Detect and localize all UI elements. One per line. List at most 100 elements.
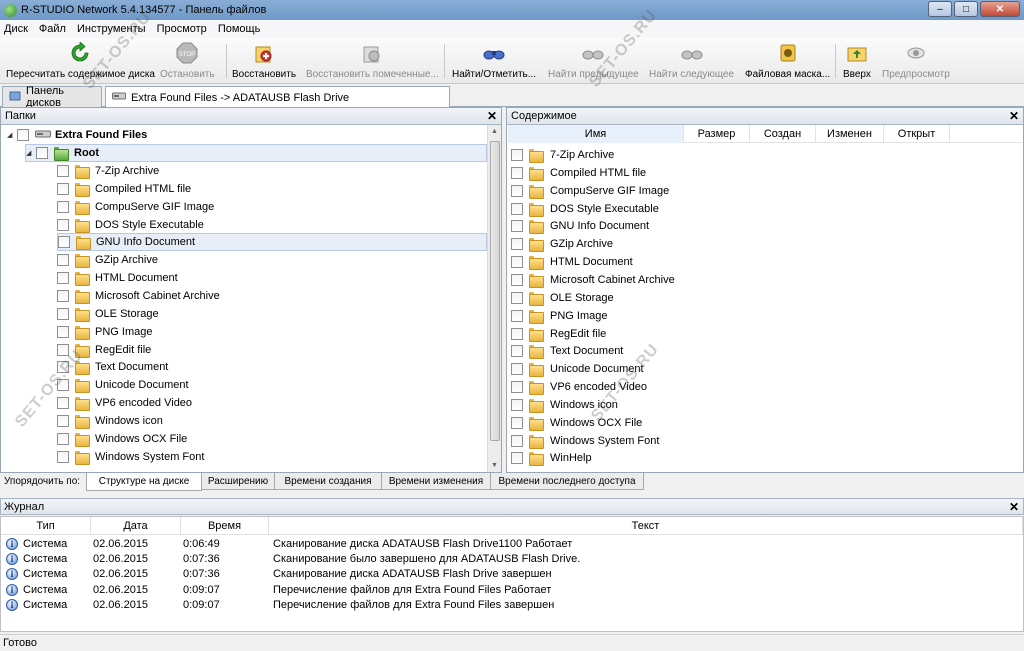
sort-by-modification-time[interactable]: Времени изменения bbox=[381, 473, 491, 490]
file-mask-button[interactable]: Файловая маска... bbox=[745, 42, 830, 80]
checkbox[interactable] bbox=[57, 307, 69, 320]
checkbox[interactable] bbox=[57, 361, 69, 374]
checkbox[interactable] bbox=[511, 220, 523, 233]
column-size[interactable]: Размер bbox=[684, 125, 750, 143]
journal-col-text[interactable]: Текст bbox=[269, 517, 1023, 535]
checkbox[interactable] bbox=[57, 325, 69, 338]
preview-button[interactable]: Предпросмотр bbox=[882, 42, 950, 80]
file-list-item[interactable]: GZip Archive bbox=[511, 235, 613, 253]
tree-folder-item[interactable]: DOS Style Executable bbox=[57, 216, 204, 234]
file-list-item[interactable]: CompuServe GIF Image bbox=[511, 182, 669, 200]
file-list-item[interactable]: OLE Storage bbox=[511, 289, 614, 307]
close-icon[interactable]: ✕ bbox=[487, 109, 497, 123]
tree-folder-item[interactable]: Text Document bbox=[57, 358, 168, 376]
checkbox[interactable] bbox=[57, 182, 69, 195]
checkbox[interactable] bbox=[511, 363, 523, 376]
checkbox[interactable] bbox=[57, 200, 69, 213]
checkbox[interactable] bbox=[57, 432, 69, 445]
checkbox[interactable] bbox=[511, 202, 523, 215]
journal-row[interactable]: i Система 02.06.2015 0:07:36 Сканирование бы… bbox=[1, 551, 1023, 566]
close-icon[interactable]: ✕ bbox=[980, 1, 1020, 17]
tree-folder-item[interactable]: VP6 encoded Video bbox=[57, 394, 192, 412]
file-list-item[interactable]: Compiled HTML file bbox=[511, 164, 646, 182]
scroll-thumb[interactable] bbox=[490, 141, 500, 441]
file-list-item[interactable]: RegEdit file bbox=[511, 325, 606, 343]
tab-disk-panel[interactable]: Панель дисков bbox=[2, 85, 102, 109]
file-list-item[interactable]: GNU Info Document bbox=[511, 217, 649, 235]
tree-folder-item[interactable]: Microsoft Cabinet Archive bbox=[57, 287, 220, 305]
journal-row[interactable]: i Система 02.06.2015 0:06:49 Сканирование ди… bbox=[1, 536, 1023, 551]
checkbox[interactable] bbox=[511, 273, 523, 286]
column-modified[interactable]: Изменен bbox=[816, 125, 884, 143]
column-created[interactable]: Создан bbox=[750, 125, 816, 143]
column-name[interactable]: Имя bbox=[508, 125, 684, 143]
menu-file[interactable]: Файл bbox=[39, 23, 66, 35]
checkbox[interactable] bbox=[17, 129, 29, 141]
tree-folder-item[interactable]: PNG Image bbox=[57, 323, 152, 341]
tree-folder-item[interactable]: Windows OCX File bbox=[57, 430, 187, 448]
checkbox[interactable] bbox=[511, 184, 523, 197]
find-prev-button[interactable]: Найти предыдущее bbox=[548, 42, 639, 80]
checkbox[interactable] bbox=[511, 238, 523, 251]
menu-disk[interactable]: Диск bbox=[4, 23, 28, 35]
close-icon[interactable]: ✕ bbox=[1009, 109, 1019, 123]
checkbox[interactable] bbox=[57, 414, 69, 427]
journal-col-time[interactable]: Время bbox=[181, 517, 269, 535]
checkbox[interactable] bbox=[57, 343, 69, 356]
sort-by-structure[interactable]: Структуре на диске bbox=[86, 473, 202, 491]
stop-button[interactable]: STOP Остановить bbox=[160, 42, 215, 80]
checkbox[interactable] bbox=[511, 166, 523, 179]
tree-folder-item[interactable]: Windows System Font bbox=[57, 448, 204, 466]
scroll-down-icon[interactable]: ▼ bbox=[491, 462, 498, 469]
checkbox[interactable] bbox=[57, 254, 69, 267]
tree-folder-item[interactable]: RegEdit file bbox=[57, 341, 151, 359]
checkbox[interactable] bbox=[57, 272, 69, 285]
checkbox[interactable] bbox=[57, 218, 69, 231]
checkbox[interactable] bbox=[511, 452, 523, 465]
file-list-item[interactable]: Windows System Font bbox=[511, 432, 659, 450]
menu-tools[interactable]: Инструменты bbox=[77, 23, 146, 35]
journal-col-date[interactable]: Дата bbox=[91, 517, 181, 535]
checkbox[interactable] bbox=[57, 450, 69, 463]
menu-view[interactable]: Просмотр bbox=[157, 23, 207, 35]
journal-row[interactable]: i Система 02.06.2015 0:07:36 Сканирование ди… bbox=[1, 567, 1023, 582]
column-accessed[interactable]: Открыт bbox=[884, 125, 950, 143]
close-icon[interactable]: ✕ bbox=[1009, 500, 1019, 514]
checkbox[interactable] bbox=[511, 434, 523, 447]
tree-folder-item[interactable]: HTML Document bbox=[57, 269, 178, 287]
file-list-item[interactable]: HTML Document bbox=[511, 253, 633, 271]
file-list-item[interactable]: Windows OCX File bbox=[511, 414, 642, 432]
checkbox[interactable] bbox=[511, 291, 523, 304]
checkbox[interactable] bbox=[57, 379, 69, 392]
tree-node-extra-found-files[interactable]: ◢ Extra Found Files bbox=[7, 126, 147, 144]
tree-folder-item[interactable]: 7-Zip Archive bbox=[57, 162, 159, 180]
file-list-item[interactable]: VP6 encoded Video bbox=[511, 378, 647, 396]
checkbox[interactable] bbox=[511, 327, 523, 340]
checkbox[interactable] bbox=[511, 256, 523, 269]
tree-folder-item[interactable]: Windows icon bbox=[57, 412, 163, 430]
file-list-item[interactable]: Unicode Document bbox=[511, 360, 644, 378]
scan-button[interactable]: Пересчитать содержимое диска bbox=[6, 42, 155, 80]
expand-arrow-icon[interactable]: ◢ bbox=[7, 131, 17, 139]
checkbox[interactable] bbox=[57, 289, 69, 302]
file-list-item[interactable]: Microsoft Cabinet Archive bbox=[511, 271, 675, 289]
journal-col-type[interactable]: Тип bbox=[1, 517, 91, 535]
journal-row[interactable]: i Система 02.06.2015 0:09:07 Перечисление фа… bbox=[1, 598, 1023, 613]
tree-node-root[interactable]: ◢ Root bbox=[25, 144, 487, 162]
file-list-item[interactable]: Windows icon bbox=[511, 396, 618, 414]
up-button[interactable]: Вверх bbox=[843, 42, 871, 80]
checkbox[interactable] bbox=[511, 381, 523, 394]
tree-folder-item[interactable]: GZip Archive bbox=[57, 251, 158, 269]
tree-folder-item[interactable]: OLE Storage bbox=[57, 305, 159, 323]
file-list-item[interactable]: DOS Style Executable bbox=[511, 200, 659, 218]
tab-file-panel[interactable]: Extra Found Files -> ADATAUSB Flash Driv… bbox=[105, 86, 450, 108]
tree-folder-item[interactable]: Unicode Document bbox=[57, 376, 189, 394]
file-list-item[interactable]: 7-Zip Archive bbox=[511, 146, 614, 164]
file-list-item[interactable]: Text Document bbox=[511, 342, 623, 360]
maximize-icon[interactable]: □ bbox=[954, 1, 978, 17]
scroll-up-icon[interactable]: ▲ bbox=[491, 128, 498, 135]
find-button[interactable]: Найти/Отметить... bbox=[452, 42, 536, 80]
folders-scrollbar[interactable]: ▲ ▼ bbox=[487, 125, 501, 472]
checkbox[interactable] bbox=[511, 309, 523, 322]
file-list-item[interactable]: PNG Image bbox=[511, 307, 607, 325]
